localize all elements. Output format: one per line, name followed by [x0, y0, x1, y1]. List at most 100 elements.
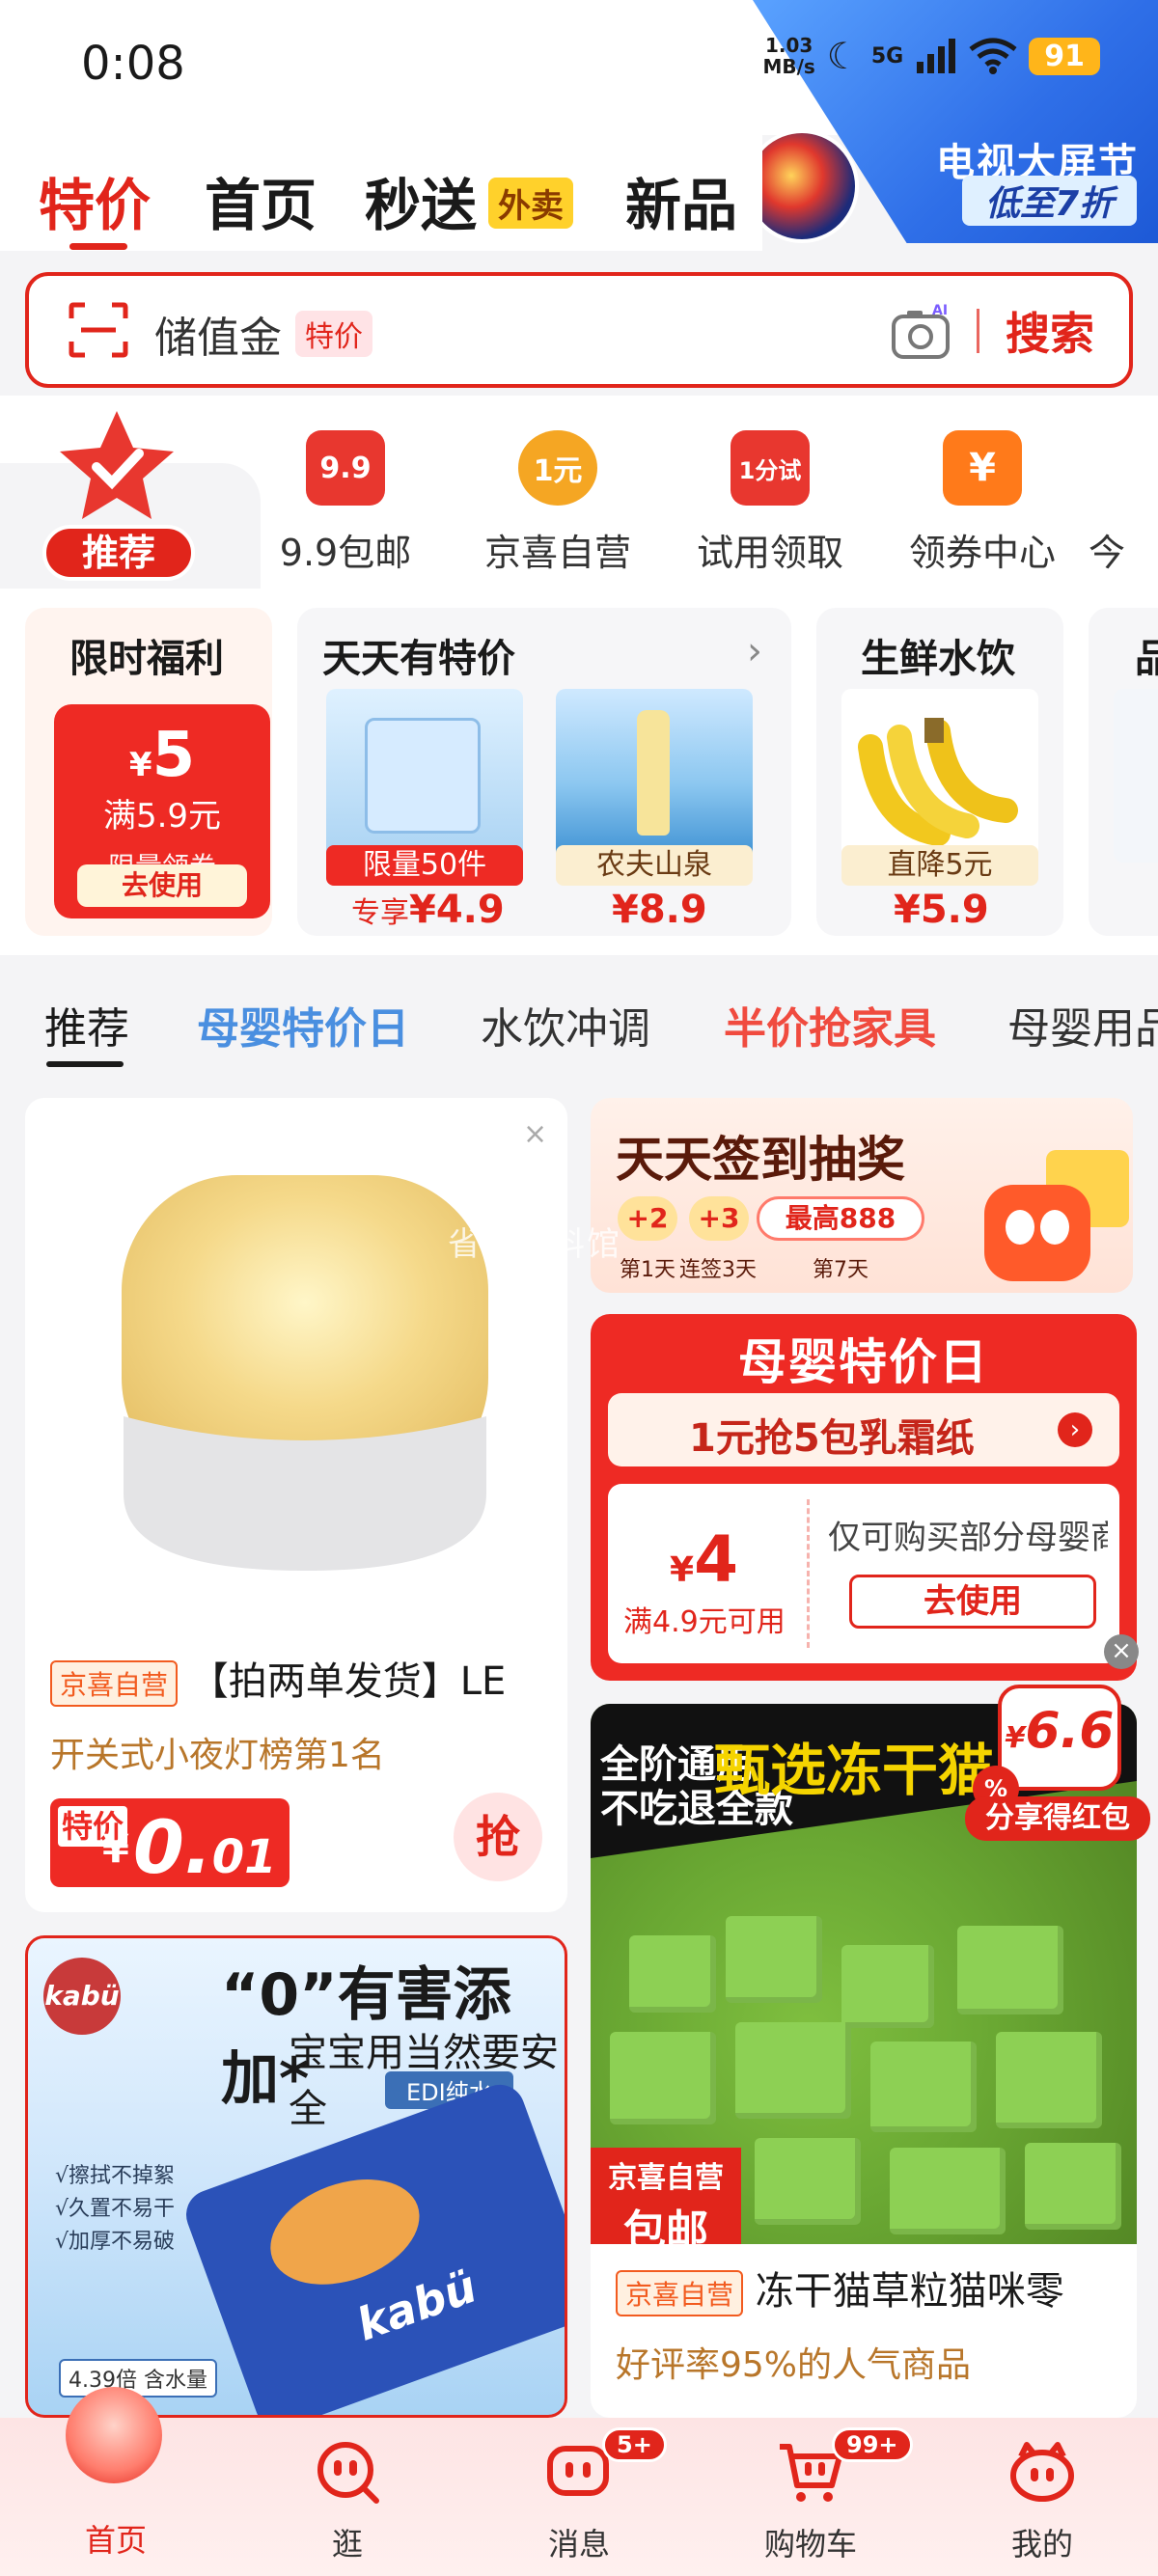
share-label: 分享得红包: [965, 1796, 1150, 1841]
limited-welfare-card[interactable]: 限时福利 ¥5 满5.9元 限量领券 去使用: [25, 608, 272, 936]
muying-coupon[interactable]: ¥4 满4.9元可用 仅可购买部分母婴商 去使用: [608, 1484, 1119, 1663]
muying-coupon-value: 4: [694, 1522, 738, 1597]
nav-profile[interactable]: 我的: [955, 2437, 1129, 2564]
wifi-icon: [969, 38, 1017, 74]
quick-icon-label: 京喜自营: [483, 532, 631, 574]
nav-browse[interactable]: 逛: [261, 2437, 434, 2564]
coupon-amount: ¥5: [54, 720, 270, 791]
grab-button[interactable]: 抢: [454, 1793, 542, 1881]
nav-label: 我的: [1010, 2526, 1073, 2562]
cube-shape: [957, 1926, 1063, 2014]
limited-welfare-title: 限时福利: [69, 637, 224, 681]
cat-tab-muying-day[interactable]: 母婴特价日: [197, 994, 409, 1055]
cat-tab-drinks[interactable]: 水饮冲调: [481, 994, 650, 1055]
pig-mascot-icon[interactable]: [66, 2387, 162, 2483]
max-reward-bubble: 最高888: [757, 1196, 924, 1241]
freeze-title: 京喜自营 冻干猫草粒猫咪零: [616, 2260, 1117, 2316]
badge-line-1: 京喜自营: [608, 2161, 724, 2195]
cart-count-badge: 99+: [832, 2427, 913, 2462]
signal-icon: [917, 39, 956, 73]
quick-icon-99[interactable]: 9.9 9.9包邮: [239, 430, 452, 576]
nav-messages[interactable]: 5+ 消息: [492, 2427, 667, 2564]
cube-shape: [755, 2138, 861, 2225]
quick-icon-more[interactable]: 今: [1089, 430, 1158, 576]
cat-tab-recommend[interactable]: 推荐: [44, 994, 129, 1055]
bottom-nav: 首页 逛 5+ 消息 99+ 购物车 我的: [0, 2418, 1158, 2576]
quick-icon-label: 今: [1089, 532, 1126, 574]
cube-shape: [735, 2022, 851, 2119]
muying-coupon-desc: 仅可购买部分母婴商: [828, 1519, 1108, 1557]
brand-tag: 农夫山泉: [556, 845, 753, 886]
close-icon[interactable]: ×: [1104, 1634, 1139, 1669]
star-check-icon[interactable]: [54, 407, 179, 523]
ad-card-kabu[interactable]: kabü “0”有害添加* 宝宝用当然要安全 EDI纯水 √擦拭不掉絮 √久置不…: [25, 1935, 567, 2418]
share-price: ¥6.6: [998, 1685, 1121, 1791]
search-input[interactable]: 储值金: [154, 303, 282, 365]
category-tabs: 推荐 母婴特价日 水饮冲调 半价抢家具 母婴用品: [0, 965, 1158, 1081]
cat-tab-furniture[interactable]: 半价抢家具: [724, 994, 936, 1055]
cube-shape: [610, 2032, 716, 2124]
watermark: 省钱爆料馆: [448, 1225, 621, 1264]
close-icon[interactable]: ×: [523, 1117, 547, 1151]
ai-camera-icon[interactable]: AI: [890, 303, 951, 361]
tissue-product-image[interactable]: [326, 689, 523, 863]
share-price-value: 6.6: [1025, 1702, 1115, 1760]
muying-coupon-amount: ¥4: [670, 1522, 738, 1597]
nav-label: 首页: [84, 2522, 147, 2559]
muying-banner[interactable]: 1元抢5包乳霜纸 ›: [608, 1393, 1119, 1466]
mascot-icon: [984, 1185, 1090, 1281]
freeze-subtitle: 好评率95%的人气商品: [616, 2345, 972, 2385]
extra-card[interactable]: 品: [1089, 608, 1158, 936]
cat-tab-baby-goods[interactable]: 母婴用品: [1007, 994, 1158, 1055]
limited-qty-tag: 限量50件: [326, 845, 523, 886]
banana-product-image[interactable]: [841, 689, 1038, 863]
nav-cart[interactable]: 99+ 购物车: [724, 2427, 913, 2564]
cube-shape: [1025, 2143, 1121, 2230]
tab-miaosong[interactable]: 秒送: [365, 160, 477, 241]
muying-use-button[interactable]: 去使用: [849, 1575, 1096, 1629]
net-speed: 1.03 MB/s: [762, 35, 814, 77]
signin-lottery-card[interactable]: 天天签到抽奖 +2 +3 最高888 第1天 连签3天 第7天: [591, 1098, 1133, 1293]
cube-shape: [890, 2148, 1006, 2234]
search-button[interactable]: 搜索: [1006, 299, 1094, 363]
night-lamp-image[interactable]: [102, 1146, 508, 1600]
day1-bubble: +2: [618, 1196, 677, 1241]
feature-item: √擦拭不掉絮: [55, 2164, 176, 2188]
tab-tejia[interactable]: 特价: [39, 160, 151, 241]
tab-home[interactable]: 首页: [205, 160, 317, 241]
quick-icon-trial[interactable]: 1分试 试用领取: [664, 430, 876, 576]
cube-shape: [841, 1945, 934, 2028]
cat-tab-indicator: [46, 1061, 124, 1067]
nav-label: 逛: [331, 2526, 363, 2562]
water-product-image[interactable]: [556, 689, 753, 863]
scan-icon[interactable]: [68, 301, 129, 359]
coupon-icon: ¥: [943, 430, 1022, 506]
tab-new[interactable]: 新品: [625, 160, 737, 241]
coupon-currency: ¥: [128, 746, 152, 784]
share-red-packet[interactable]: ¥6.6 % 分享得红包: [965, 1685, 1150, 1845]
day3-bubble: +3: [689, 1196, 749, 1241]
quick-icon-jingxi[interactable]: 1元 京喜自营: [452, 430, 664, 576]
svg-text:AI: AI: [932, 303, 948, 318]
day-label: 连签3天: [679, 1258, 757, 1282]
coupon-use-button[interactable]: 去使用: [77, 864, 247, 907]
coupon-value: 5: [152, 720, 196, 791]
wipes-pack-image: kabü: [179, 2077, 565, 2415]
status-icons: 1.03 MB/s ☾ 5G 91: [762, 35, 1100, 77]
fresh-drinks-card[interactable]: 生鲜水饮 直降5元 ¥5.9: [816, 608, 1063, 936]
currency-symbol: ¥: [102, 1827, 129, 1872]
quick-icon-label: 9.9包邮: [279, 532, 412, 574]
net-speed-unit: MB/s: [762, 55, 815, 78]
recommend-pill[interactable]: 推荐: [42, 525, 195, 581]
chevron-right-icon[interactable]: ›: [747, 629, 762, 673]
active-tab-indicator: [69, 243, 127, 250]
daily-deals-card[interactable]: 天天有特价 › 限量50件 专享¥4.9 农夫山泉 ¥8.9: [297, 608, 791, 936]
tv-promo-subtitle[interactable]: 低至7折: [961, 176, 1137, 226]
muying-day-card[interactable]: 母婴特价日 1元抢5包乳霜纸 › ¥4 满4.9元可用 仅可购买部分母婴商 去使…: [591, 1314, 1137, 1681]
search-bar[interactable]: 储值金 特价 AI 搜索: [25, 272, 1133, 388]
special-price: 特价 ¥ 0.01: [50, 1798, 290, 1890]
signin-title: 天天签到抽奖: [616, 1132, 905, 1188]
quick-icon-coupon[interactable]: ¥ 领券中心: [876, 430, 1089, 576]
limited-coupon[interactable]: ¥5 满5.9元 限量领券 去使用: [54, 704, 270, 918]
profile-icon: [1010, 2442, 1074, 2502]
